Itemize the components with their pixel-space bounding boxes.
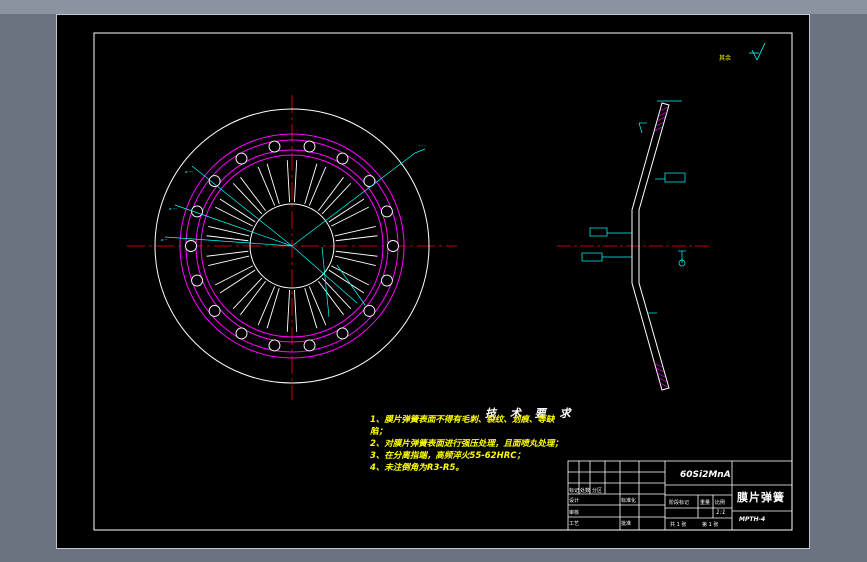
finger-slot-edge: [335, 235, 378, 242]
tb-row-zone: 分区: [592, 488, 603, 494]
pivot-hole: [336, 152, 349, 165]
finger-slot-edge: [286, 160, 291, 203]
finger-slot-edge: [208, 255, 250, 267]
finger-slot-edge: [232, 277, 263, 310]
svg-text:⌀ --: ⌀ --: [161, 237, 168, 242]
tech-req-line-3: 2、对膜片弹簧表面进行强压处理，且面喷丸处理；: [370, 439, 563, 449]
tb-scale-label: 比例: [715, 500, 726, 506]
pivot-hole: [235, 152, 248, 165]
svg-text:⌀ ---: ⌀ ---: [169, 206, 178, 211]
pivot-hole: [303, 339, 316, 352]
pivot-hole: [380, 205, 393, 218]
part-name: 膜片弹簧: [737, 491, 785, 504]
tb-row-process: 工艺: [569, 521, 580, 527]
finger-slot-edge: [321, 182, 352, 215]
side-leaders: [581, 100, 686, 314]
finger-slot-edge: [304, 287, 318, 329]
tb-standardization: 标准化: [621, 498, 637, 504]
finger-slot-edge: [240, 280, 266, 316]
pivot-hole: [363, 304, 376, 317]
finger-slot-edge: [318, 176, 344, 212]
finger-slot-edge: [293, 160, 298, 203]
pivot-hole: [336, 327, 349, 340]
spring-section: [631, 102, 670, 391]
finger-slot-edge: [266, 287, 280, 329]
pivot-hole: [191, 274, 204, 287]
pivot-hole: [268, 140, 281, 153]
viewport-top-strip: [0, 0, 867, 14]
side-view: [557, 42, 766, 391]
finger-slot-edge: [334, 225, 376, 237]
drawing-sheet[interactable]: ⌀ --- ⌀ --- ⌀ -- - - - 其余 技 术 要 求 1、膜片弹簧…: [56, 14, 810, 549]
surface-mark-label: 其余: [719, 55, 732, 62]
tech-req-line-5: 4、未注倒角为R3-R5。: [370, 463, 464, 473]
finger-slot-edge: [293, 289, 298, 332]
finger-slot-edge: [286, 289, 291, 332]
front-view: ⌀ --- ⌀ --- ⌀ -- - - -: [127, 95, 457, 400]
finger-slot-edge: [304, 163, 318, 205]
finger-slot-edge: [257, 286, 276, 326]
finger-slot-edge: [206, 250, 249, 257]
pivot-hole: [235, 327, 248, 340]
finger-slot-edge: [208, 225, 250, 237]
tb-sheet-no: 第 1 张: [702, 522, 719, 528]
finger-slot-edge: [232, 182, 263, 215]
tb-row-design: 设计: [569, 498, 580, 504]
finger-slot-edge: [257, 166, 276, 206]
material-label: 60Si2MnA: [680, 470, 731, 480]
section-hatch-top: [654, 106, 669, 132]
tb-row-review: 审核: [569, 510, 580, 516]
front-dimension-leaders: [164, 148, 426, 318]
tb-sheets-total: 共 1 张: [670, 522, 687, 528]
tb-row-mark: 标记: [569, 488, 580, 494]
tech-req-line-2: 陷；: [370, 427, 388, 437]
tb-scale: 1:1: [716, 509, 726, 516]
finger-slot-edge: [334, 255, 376, 267]
finger-slot-edge: [308, 166, 327, 206]
tb-stage-mark: 阶段标记: [669, 500, 690, 506]
pivot-hole: [208, 304, 221, 317]
tech-req-line-1: 1、膜片弹簧表面不得有毛刺、裂纹、划痕、等缺: [370, 415, 555, 425]
pivot-hole: [303, 140, 316, 153]
finger-slot-edge: [335, 250, 378, 257]
svg-text:- - -: - - -: [419, 143, 426, 148]
drawing-number: MPTH-4: [739, 516, 766, 523]
pivot-hole: [185, 240, 197, 252]
pivot-hole: [380, 274, 393, 287]
pivot-hole: [268, 339, 281, 352]
finger-slot-edge: [308, 286, 327, 326]
finger-slot-edge: [266, 163, 280, 205]
tb-approval: 批准: [621, 521, 632, 527]
finger-slot-edge: [206, 235, 249, 242]
section-hatch-bottom: [653, 362, 669, 388]
tb-weight: 重量: [700, 500, 711, 506]
svg-text:⌀ ---: ⌀ ---: [185, 169, 194, 174]
finger-slot-edge: [318, 280, 344, 316]
pivot-hole: [387, 240, 399, 252]
surface-finish-symbol: [749, 42, 766, 61]
tb-row-count: 处数: [580, 488, 591, 494]
finger-slot-edge: [240, 176, 266, 212]
tech-req-line-4: 3、在分离指端，高频淬火55-62HRC；: [370, 451, 525, 461]
